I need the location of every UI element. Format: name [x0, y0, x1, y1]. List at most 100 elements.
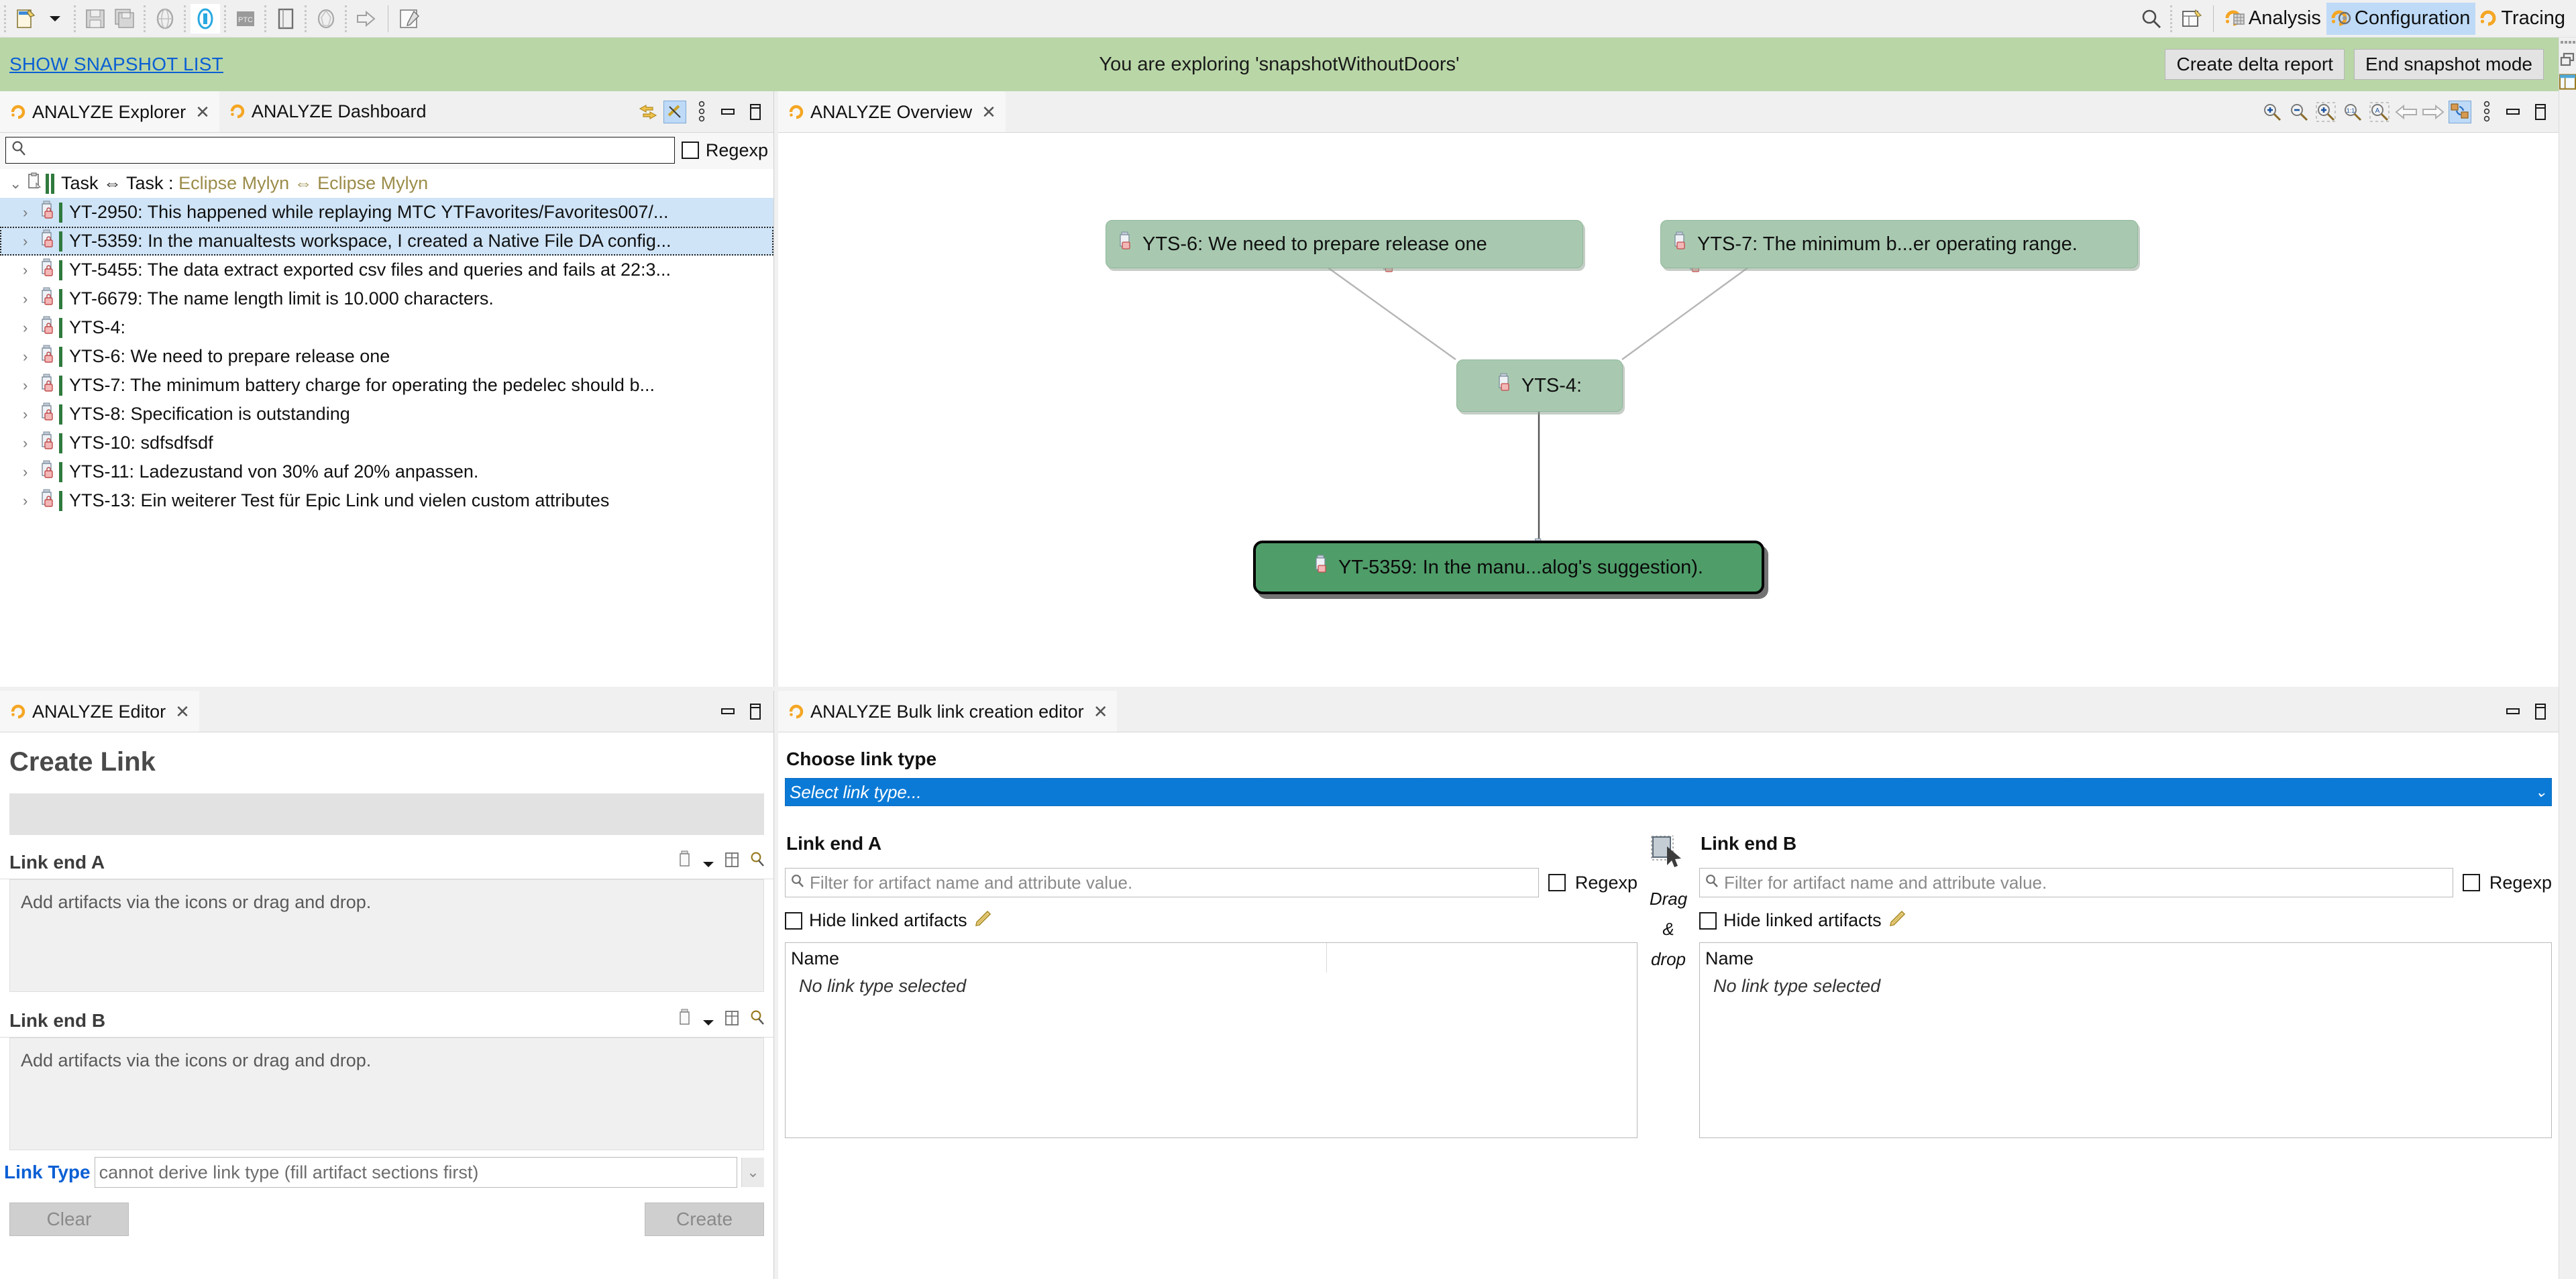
tab-analyze-explorer[interactable]: ANALYZE Explorer ✕ — [0, 91, 219, 132]
tree-item-7[interactable]: › YTS-8: Specification is outstanding — [0, 400, 773, 429]
end-a-hide-linked-checkbox[interactable] — [785, 911, 802, 930]
minimize-icon[interactable] — [2502, 700, 2525, 723]
create-delta-report-button[interactable]: Create delta report — [2165, 49, 2345, 80]
chevron-right-icon[interactable]: › — [23, 233, 40, 250]
maximize-icon[interactable] — [2529, 700, 2552, 723]
search-icon[interactable] — [749, 851, 765, 873]
chevron-right-icon[interactable]: › — [23, 348, 40, 366]
tree-item-5[interactable]: › YTS-6: We need to prepare release one — [0, 342, 773, 371]
chevron-down-icon[interactable]: ⌄ — [2535, 783, 2547, 801]
end-snapshot-mode-button[interactable]: End snapshot mode — [2353, 49, 2544, 80]
restore-window-icon[interactable] — [2559, 52, 2576, 67]
chevron-right-icon[interactable]: › — [23, 492, 40, 510]
explorer-view-icon[interactable] — [2559, 74, 2576, 90]
select-link-type-combo[interactable]: Select link type... ⌄ — [785, 778, 2552, 806]
end-b-hide-linked-checkbox[interactable] — [1699, 911, 1717, 930]
perspective-analysis[interactable]: Analysis — [2220, 3, 2326, 35]
link-end-a-drop-area[interactable]: Add artifacts via the icons or drag and … — [9, 879, 764, 992]
perspective-configuration[interactable]: Configuration — [2326, 2, 2476, 35]
view-menu-icon[interactable] — [2475, 101, 2498, 123]
tab-analyze-overview[interactable]: ANALYZE Overview ✕ — [778, 91, 1006, 132]
graph-node-yts-4[interactable]: YTS-4: — [1456, 359, 1623, 412]
tree-item-6[interactable]: › YTS-7: The minimum battery charge for … — [0, 371, 773, 400]
open-perspective-icon[interactable] — [2177, 4, 2206, 34]
chevron-right-icon[interactable]: › — [23, 204, 40, 221]
graph-node-yt-5359[interactable]: YT-5359: In the manu...alog's suggestion… — [1253, 541, 1764, 594]
search-icon[interactable] — [2137, 4, 2166, 34]
clear-button[interactable]: Clear — [9, 1203, 129, 1236]
link-pen-icon[interactable] — [1888, 909, 1906, 932]
zoom-out-icon[interactable] — [2288, 101, 2310, 123]
refresh-layout-icon[interactable] — [2449, 100, 2471, 123]
chevron-down-icon[interactable] — [40, 4, 70, 34]
chevron-right-icon[interactable]: › — [23, 406, 40, 423]
close-icon[interactable]: ✕ — [175, 702, 190, 722]
tree-root-row[interactable]: ⌄ Task ⇔ Task : Eclipse Mylyn ⇔ Eclipse … — [0, 169, 773, 198]
chevron-right-icon[interactable]: › — [23, 435, 40, 452]
table-icon[interactable] — [724, 1009, 740, 1032]
regexp-checkbox[interactable] — [681, 142, 699, 159]
tree-item-4[interactable]: › YTS-4: — [0, 313, 773, 342]
minimize-icon[interactable] — [717, 101, 740, 123]
tab-analyze-dashboard[interactable]: ANALYZE Dashboard — [219, 91, 436, 132]
zoom-selection-icon[interactable] — [2314, 101, 2337, 123]
tree-item-0[interactable]: › YT-2950: This happened while replaying… — [0, 198, 773, 227]
chevron-right-icon[interactable]: › — [23, 377, 40, 394]
new-wizard-icon[interactable] — [11, 4, 40, 34]
zoom-fit-all-icon[interactable]: A — [2368, 101, 2391, 123]
tab-analyze-editor[interactable]: ANALYZE Editor ✕ — [0, 691, 199, 732]
chevron-down-icon[interactable] — [702, 1010, 714, 1032]
chevron-right-icon[interactable]: › — [23, 290, 40, 308]
highlight-active-icon[interactable] — [191, 3, 220, 34]
tree-item-1[interactable]: › YT-5359: In the manualtests workspace,… — [0, 227, 773, 256]
forward-arrow-icon[interactable] — [2422, 101, 2445, 123]
close-icon[interactable]: ✕ — [1093, 702, 1108, 722]
table-icon[interactable] — [724, 851, 740, 873]
chevron-down-icon[interactable] — [702, 852, 714, 873]
zoom-in-icon[interactable] — [2261, 101, 2284, 123]
search-input[interactable] — [5, 137, 675, 164]
chevron-right-icon[interactable]: › — [23, 262, 40, 279]
chevron-right-icon[interactable]: › — [23, 319, 40, 337]
perspective-tracing[interactable]: Tracing — [2475, 3, 2576, 35]
end-a-filter-input[interactable]: Filter for artifact name and attribute v… — [785, 868, 1539, 897]
tree-item-3[interactable]: › YT-6679: The name length limit is 10.0… — [0, 284, 773, 313]
add-artifact-icon[interactable] — [678, 1009, 693, 1032]
search-icon[interactable] — [749, 1009, 765, 1032]
add-artifact-icon[interactable] — [678, 850, 693, 874]
maximize-icon[interactable] — [2529, 101, 2552, 123]
zoom-actual-size-icon[interactable]: 1:1 — [2341, 101, 2364, 123]
minimize-icon[interactable] — [717, 700, 740, 723]
hide-links-icon[interactable] — [663, 100, 686, 123]
link-with-editor-icon[interactable] — [637, 101, 659, 123]
end-a-artifact-table[interactable]: Name No link type selected — [785, 942, 1638, 1138]
view-menu-icon[interactable] — [690, 101, 713, 123]
close-icon[interactable]: ✕ — [195, 102, 210, 123]
tree-item-9[interactable]: › YTS-11: Ladezustand von 30% auf 20% an… — [0, 457, 773, 486]
link-pen-icon[interactable] — [974, 909, 991, 932]
end-a-regexp-checkbox[interactable] — [1548, 874, 1566, 891]
end-b-artifact-table[interactable]: Name No link type selected — [1699, 942, 2552, 1138]
column-divider[interactable] — [1326, 943, 1327, 972]
tab-bulk-link-creation-editor[interactable]: ANALYZE Bulk link creation editor ✕ — [778, 691, 1118, 732]
maximize-icon[interactable] — [744, 700, 767, 723]
chevron-down-icon[interactable]: ⌄ — [9, 175, 27, 192]
graph-node-yts-6[interactable]: YTS-6: We need to prepare release one — [1106, 220, 1583, 268]
tree-item-2[interactable]: › YT-5455: The data extract exported csv… — [0, 256, 773, 284]
edit-note-icon[interactable] — [395, 4, 425, 34]
minimize-icon[interactable] — [2502, 101, 2525, 123]
create-button[interactable]: Create — [645, 1203, 764, 1236]
back-arrow-icon[interactable] — [2395, 101, 2418, 123]
tree-item-8[interactable]: › YTS-10: sdfsdfsdf — [0, 429, 773, 457]
overview-graph-canvas[interactable]: YTS-6: We need to prepare release one YT… — [778, 133, 2559, 685]
chevron-right-icon[interactable]: › — [23, 463, 40, 481]
tree-item-10[interactable]: › YTS-13: Ein weiterer Test für Epic Lin… — [0, 486, 773, 515]
link-type-combo[interactable]: cannot derive link type (fill artifact s… — [94, 1157, 737, 1188]
graph-node-yts-7[interactable]: YTS-7: The minimum b...er operating rang… — [1660, 220, 2138, 268]
end-b-regexp-checkbox[interactable] — [2462, 874, 2480, 891]
chevron-down-icon[interactable]: ⌄ — [741, 1158, 764, 1187]
link-end-b-drop-area[interactable]: Add artifacts via the icons or drag and … — [9, 1038, 764, 1150]
end-b-filter-input[interactable]: Filter for artifact name and attribute v… — [1699, 868, 2453, 897]
maximize-icon[interactable] — [744, 101, 767, 123]
close-icon[interactable]: ✕ — [981, 102, 996, 123]
